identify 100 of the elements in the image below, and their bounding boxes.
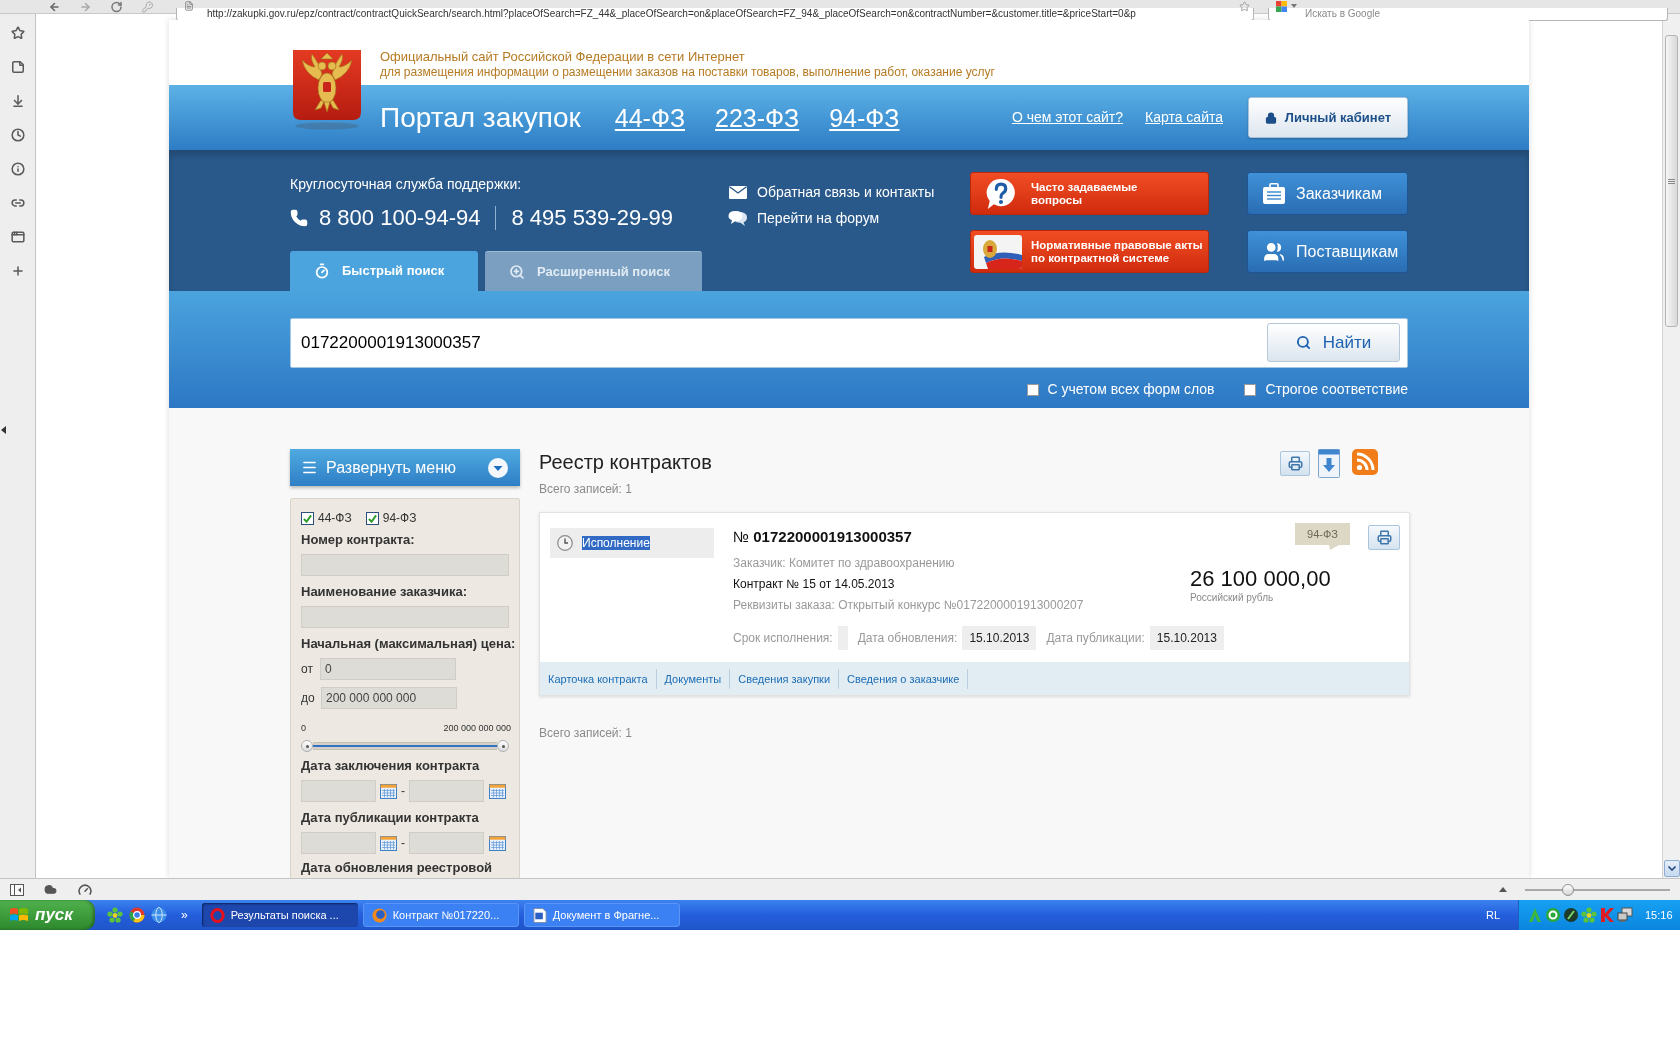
contact-link[interactable]: Перейти на форум xyxy=(757,209,880,227)
law-checkbox[interactable] xyxy=(301,511,314,525)
date-field[interactable] xyxy=(301,780,376,802)
window-icon[interactable] xyxy=(10,230,25,244)
customers-button[interactable]: Заказчикам xyxy=(1247,172,1408,215)
printer-icon xyxy=(1376,530,1392,545)
tray-icon[interactable] xyxy=(1545,907,1561,923)
option-label: С учетом всех форм слов xyxy=(1047,381,1215,398)
cloud-icon[interactable] xyxy=(43,883,58,896)
phone-icon xyxy=(290,209,308,227)
envelope-icon xyxy=(729,185,747,199)
suppliers-button[interactable]: Поставщикам xyxy=(1247,230,1408,273)
download-icon[interactable] xyxy=(10,94,25,108)
info-icon[interactable] xyxy=(10,162,25,176)
field-label: Дата заключения контракта xyxy=(301,758,480,774)
price-from-field[interactable]: 0 xyxy=(320,658,456,680)
cabinet-button[interactable]: Личный кабинет xyxy=(1248,97,1408,138)
card-link[interactable]: Сведения о заказчике xyxy=(839,668,969,689)
card-link[interactable]: Документы xyxy=(656,668,731,689)
scroll-down-button[interactable] xyxy=(1663,860,1680,877)
legal-acts-button[interactable]: Нормативные правовые акты по контрактной системе xyxy=(970,230,1209,273)
download-document-icon[interactable] xyxy=(1318,449,1340,478)
globe-icon[interactable] xyxy=(151,907,167,923)
contract-number[interactable]: № 0172200001913000357 xyxy=(733,527,912,547)
law-checkbox[interactable] xyxy=(365,511,379,525)
date-field[interactable] xyxy=(409,832,484,854)
zoom-slider-handle[interactable] xyxy=(1562,883,1575,896)
rss-icon[interactable] xyxy=(1352,449,1378,475)
web-search-field[interactable]: Искать в Google xyxy=(1268,7,1668,21)
gauge-icon[interactable] xyxy=(78,882,92,897)
header-link[interactable]: О чем этот сайт? xyxy=(1011,109,1123,126)
option-label: Строгое соответствие xyxy=(1265,381,1408,398)
law-link[interactable]: 94-ФЗ xyxy=(829,102,900,133)
law-link[interactable]: 223-ФЗ xyxy=(715,102,800,133)
back-icon[interactable] xyxy=(48,0,61,13)
option-checkbox[interactable] xyxy=(1026,383,1039,396)
zoom-slider-track[interactable] xyxy=(1525,883,1670,896)
language-indicator[interactable]: RL xyxy=(1485,906,1500,924)
taskbar-button[interactable]: Контракт №017220... xyxy=(362,903,519,927)
contact-link[interactable]: Обратная связь и контакты xyxy=(757,183,935,201)
more-chevron[interactable]: » xyxy=(181,908,188,922)
clock-icon xyxy=(557,535,573,551)
phone-number: 8 495 539-29-99 xyxy=(511,205,673,231)
flower-icon[interactable] xyxy=(107,907,123,923)
expand-menu-button[interactable]: Развернуть меню xyxy=(290,449,520,486)
field-label: Номер контракта: xyxy=(301,532,415,548)
up-triangle-icon[interactable] xyxy=(1499,887,1507,892)
slider-handle[interactable] xyxy=(497,740,509,752)
law-link[interactable]: 44-ФЗ xyxy=(614,102,686,133)
search-tab[interactable]: Быстрый поиск xyxy=(290,251,478,291)
reload-icon[interactable] xyxy=(110,0,123,13)
print-button[interactable] xyxy=(1368,525,1400,550)
slider-handle[interactable] xyxy=(301,740,313,752)
calendar-icon[interactable] xyxy=(380,783,397,799)
option-checkbox[interactable] xyxy=(1244,383,1257,396)
scrollbar-thumb[interactable] xyxy=(1665,35,1678,327)
slider-min-label: 0 xyxy=(301,722,306,734)
from-label: от xyxy=(301,661,314,678)
ring-icon xyxy=(209,907,225,923)
header-link[interactable]: Карта сайта xyxy=(1145,109,1223,126)
stopwatch-icon xyxy=(314,263,330,279)
price-to-field[interactable]: 200 000 000 000 xyxy=(321,687,457,709)
speech-bubbles-icon xyxy=(728,209,748,227)
calendar-icon[interactable] xyxy=(489,783,506,799)
computer-icon[interactable] xyxy=(1617,907,1633,923)
zoom-in-icon xyxy=(509,263,525,280)
star-icon[interactable] xyxy=(10,26,25,40)
calendar-icon[interactable] xyxy=(380,835,397,851)
tray-icon[interactable] xyxy=(1563,907,1579,923)
taskbar-button[interactable]: Документ в Фрагне... xyxy=(523,903,680,927)
taskbar-button[interactable]: Результаты поиска ... xyxy=(201,903,358,927)
grip-icon xyxy=(1668,178,1675,184)
to-label: до xyxy=(301,690,316,707)
star-icon[interactable] xyxy=(1239,1,1250,12)
note-icon[interactable] xyxy=(10,60,25,74)
search-engine-icon xyxy=(1276,1,1287,12)
contract-number-field[interactable] xyxy=(301,554,509,576)
windows-flag-icon xyxy=(9,906,29,924)
faq-button[interactable]: Часто задаваемые вопросы xyxy=(970,172,1209,215)
plus-icon[interactable] xyxy=(10,264,25,278)
card-link[interactable]: Сведения закупки xyxy=(730,668,840,689)
address-field[interactable]: http://zakupki.gov.ru/epz/contract/contractQuickSearch/search.html?placeOfSearch=FZ_44&_placeOfSearch=on&placeOfSearch=FZ_94&_placeOfSearch=on&contractNumber=&customer.title=&priceStart=0&p xyxy=(176,7,1254,21)
card-link[interactable]: Карточка контракта xyxy=(540,668,657,689)
start-button[interactable]: пуск xyxy=(0,900,95,930)
print-button[interactable] xyxy=(1280,451,1310,476)
link-icon[interactable] xyxy=(10,196,25,210)
dropdown-caret-icon xyxy=(488,457,508,478)
sidebar-toggle-icon[interactable] xyxy=(10,883,24,896)
calendar-icon[interactable] xyxy=(489,835,506,851)
date-field[interactable] xyxy=(409,780,484,802)
clock-icon[interactable] xyxy=(10,128,25,142)
search-button[interactable]: Найти xyxy=(1267,323,1400,362)
menu-icon xyxy=(301,459,318,476)
date-field[interactable] xyxy=(301,832,376,854)
wheel-icon[interactable] xyxy=(129,907,145,923)
emblem-logo[interactable] xyxy=(291,50,363,130)
law-label: 44-ФЗ xyxy=(318,511,352,525)
customer-field[interactable] xyxy=(301,606,509,628)
portal-title: Портал закупок xyxy=(380,100,581,135)
collapse-arrow-icon[interactable] xyxy=(1,426,6,434)
